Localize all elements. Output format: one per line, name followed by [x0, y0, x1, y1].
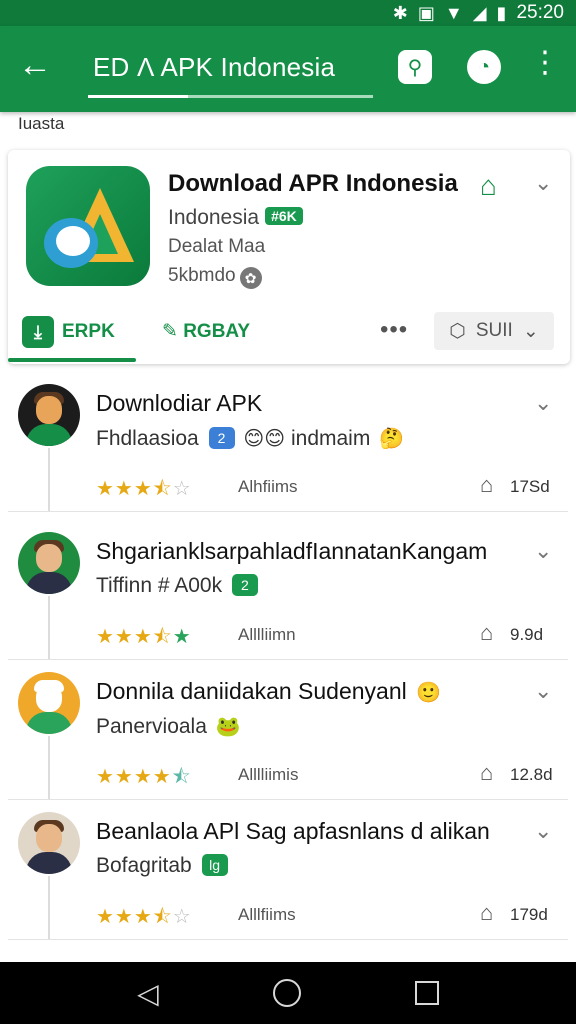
- bluetooth-icon: ✱: [392, 3, 408, 23]
- arrow-left-icon[interactable]: ←: [18, 48, 52, 82]
- app-bar: ← ED Λ APK Indonesia ⚲ ◔ ⋮: [0, 26, 576, 112]
- home-icon: ⌂: [480, 472, 494, 497]
- status-time: 25:20: [516, 2, 564, 23]
- app-badge: #6K: [265, 207, 303, 225]
- page-title: ED Λ APK Indonesia: [93, 52, 336, 82]
- wifi-icon: ▼: [444, 3, 463, 23]
- list-item-title: Beanlaola APl Sag apfasnlans d alikan: [96, 818, 490, 844]
- section-label: Iuasta: [18, 114, 65, 133]
- app-subtitle-text: Indonesia: [168, 206, 260, 229]
- more-dots-icon[interactable]: •••: [380, 316, 408, 344]
- nav-home-icon[interactable]: [272, 979, 301, 1007]
- share-icon: ⬡: [449, 320, 466, 342]
- list-item-title: Donnila daniidakan Sudenyanl 🙂: [96, 678, 441, 705]
- count-text: 17Sd: [510, 477, 550, 496]
- featured-app-card[interactable]: Download APR Indonesia Indonesia #6K Deal…: [8, 150, 570, 364]
- search-icon[interactable]: ⚲: [398, 50, 432, 84]
- app-meta-line2: 5kbmdo ✿: [168, 265, 262, 289]
- app-title: Download APR Indonesia: [168, 170, 458, 197]
- rgbay-button[interactable]: ✎ RGBAY: [162, 320, 250, 343]
- home-icon: ⌂: [480, 620, 494, 645]
- card-actions: ⤓ ERPK ✎ RGBAY ••• ⬡ SUII ⌄: [8, 306, 570, 364]
- avatar: [18, 384, 80, 446]
- chevron-down-icon[interactable]: ⌄: [534, 170, 552, 196]
- apk-button[interactable]: ⤓ ERPK: [22, 314, 115, 350]
- rating-text: Alhfiims: [238, 477, 298, 496]
- list-item-title: ShgarianklsarpahladfIannatanKangam: [96, 538, 488, 564]
- list-item[interactable]: ShgarianklsarpahladfIannatanKangam Tiffi…: [0, 520, 576, 660]
- rating-stars: ★★★⯪★: [96, 626, 192, 648]
- rating-stars: ★★★⯪☆: [96, 478, 192, 500]
- rating-stars: ★★★⯪☆: [96, 906, 192, 928]
- list-item-subtitle: Fhdlaasioa 2 😊😊 indmaim 🤔: [96, 426, 404, 451]
- sbu-button-label: SUII: [475, 320, 513, 341]
- status-bar: ✱ ▣ ▼ ◢ ▮ 25:20: [0, 0, 576, 26]
- avatar: [18, 812, 80, 874]
- chevron-down-icon[interactable]: ⌄: [534, 818, 552, 844]
- more-vertical-icon[interactable]: ⋮: [530, 48, 560, 78]
- rating-text: Alllliimis: [238, 765, 299, 784]
- count-text: 9.9d: [510, 625, 544, 644]
- chevron-down-icon[interactable]: ⌄: [534, 390, 552, 416]
- chevron-down-icon[interactable]: ⌄: [534, 678, 552, 704]
- app-logo-icon: [26, 166, 150, 286]
- emoji-icon: 🐸: [215, 716, 241, 738]
- list-item-subtitle: Panervioala 🐸: [96, 714, 241, 739]
- divider: [8, 511, 568, 512]
- avatar: [18, 672, 80, 734]
- list-item-subtitle: Tiffinn # A00k 2: [96, 574, 258, 598]
- system-nav-bar: ◁: [0, 962, 576, 1024]
- chevron-down-icon[interactable]: ⌄: [534, 538, 552, 564]
- count-text: 179d: [510, 905, 548, 924]
- chevron-down-icon: ⌄: [522, 320, 539, 342]
- count-text: 12.8d: [510, 765, 553, 784]
- list-item-chip: 2: [231, 574, 258, 596]
- avatar: [18, 532, 80, 594]
- emoji-icon: 😊😊: [243, 428, 286, 450]
- list-item-subtitle-text: Panervioala: [96, 715, 207, 738]
- divider: [8, 939, 568, 940]
- rating-text: Alllfiims: [238, 905, 296, 924]
- list-item[interactable]: Downlodiar APK Fhdlaasioa 2 😊😊 indmaim 🤔…: [0, 372, 576, 512]
- list-item-chip: 2: [208, 427, 235, 449]
- list-item-title-text: Donnila daniidakan Sudenyanl: [96, 678, 407, 704]
- vibrate-icon: ▣: [417, 3, 435, 23]
- list-item-subtitle: Bofagritab lg: [96, 854, 228, 878]
- nav-back-icon[interactable]: ◁: [137, 977, 159, 1010]
- timeline-line: [48, 876, 50, 940]
- list-item[interactable]: Donnila daniidakan Sudenyanl 🙂 Panervioa…: [0, 660, 576, 800]
- rgbay-button-label: RGBAY: [183, 321, 251, 342]
- app-meta-line2-text: 5kbmdo: [168, 265, 236, 286]
- title-underline-active: [88, 95, 188, 98]
- apk-tab-indicator: [8, 358, 136, 362]
- app-subtitle: Indonesia #6K: [168, 206, 303, 230]
- download-icon: ⤓: [22, 316, 54, 348]
- apk-button-label: ERPK: [62, 321, 115, 342]
- nav-recent-icon[interactable]: [414, 981, 439, 1005]
- tag-icon: ✎: [162, 321, 178, 342]
- app-meta-line1: Dealat Maa: [168, 236, 266, 257]
- timeline-line: [48, 736, 50, 800]
- list-item-subtitle-text: Tiffinn # A00k: [96, 574, 223, 597]
- home-icon: ⌂: [480, 760, 494, 785]
- home-icon[interactable]: ⌂: [480, 170, 497, 202]
- battery-icon: ▮: [496, 3, 507, 23]
- list-item-chip: lg: [201, 854, 228, 876]
- list-item[interactable]: Beanlaola APl Sag apfasnlans d alikan Bo…: [0, 800, 576, 940]
- rating-text: Alllliimn: [238, 625, 296, 644]
- home-icon: ⌂: [480, 900, 494, 925]
- list-item-title: Downlodiar APK: [96, 390, 263, 416]
- timer-icon[interactable]: ◔: [467, 50, 501, 84]
- rating-stars: ★★★★⯪: [96, 766, 192, 788]
- sbu-button[interactable]: ⬡ SUII ⌄: [434, 312, 554, 350]
- list-item-subtitle-text: Bofagritab: [96, 854, 192, 877]
- timeline-line: [48, 448, 50, 512]
- emoji-icon: 🤔: [379, 428, 405, 450]
- timeline-line: [48, 596, 50, 660]
- gear-icon: ✿: [239, 267, 262, 289]
- list-item-tail: indmaim: [290, 427, 371, 450]
- list-item-subtitle-text: Fhdlaasioa: [96, 427, 199, 450]
- signal-icon: ◢: [472, 3, 487, 23]
- emoji-icon: 🙂: [416, 682, 442, 704]
